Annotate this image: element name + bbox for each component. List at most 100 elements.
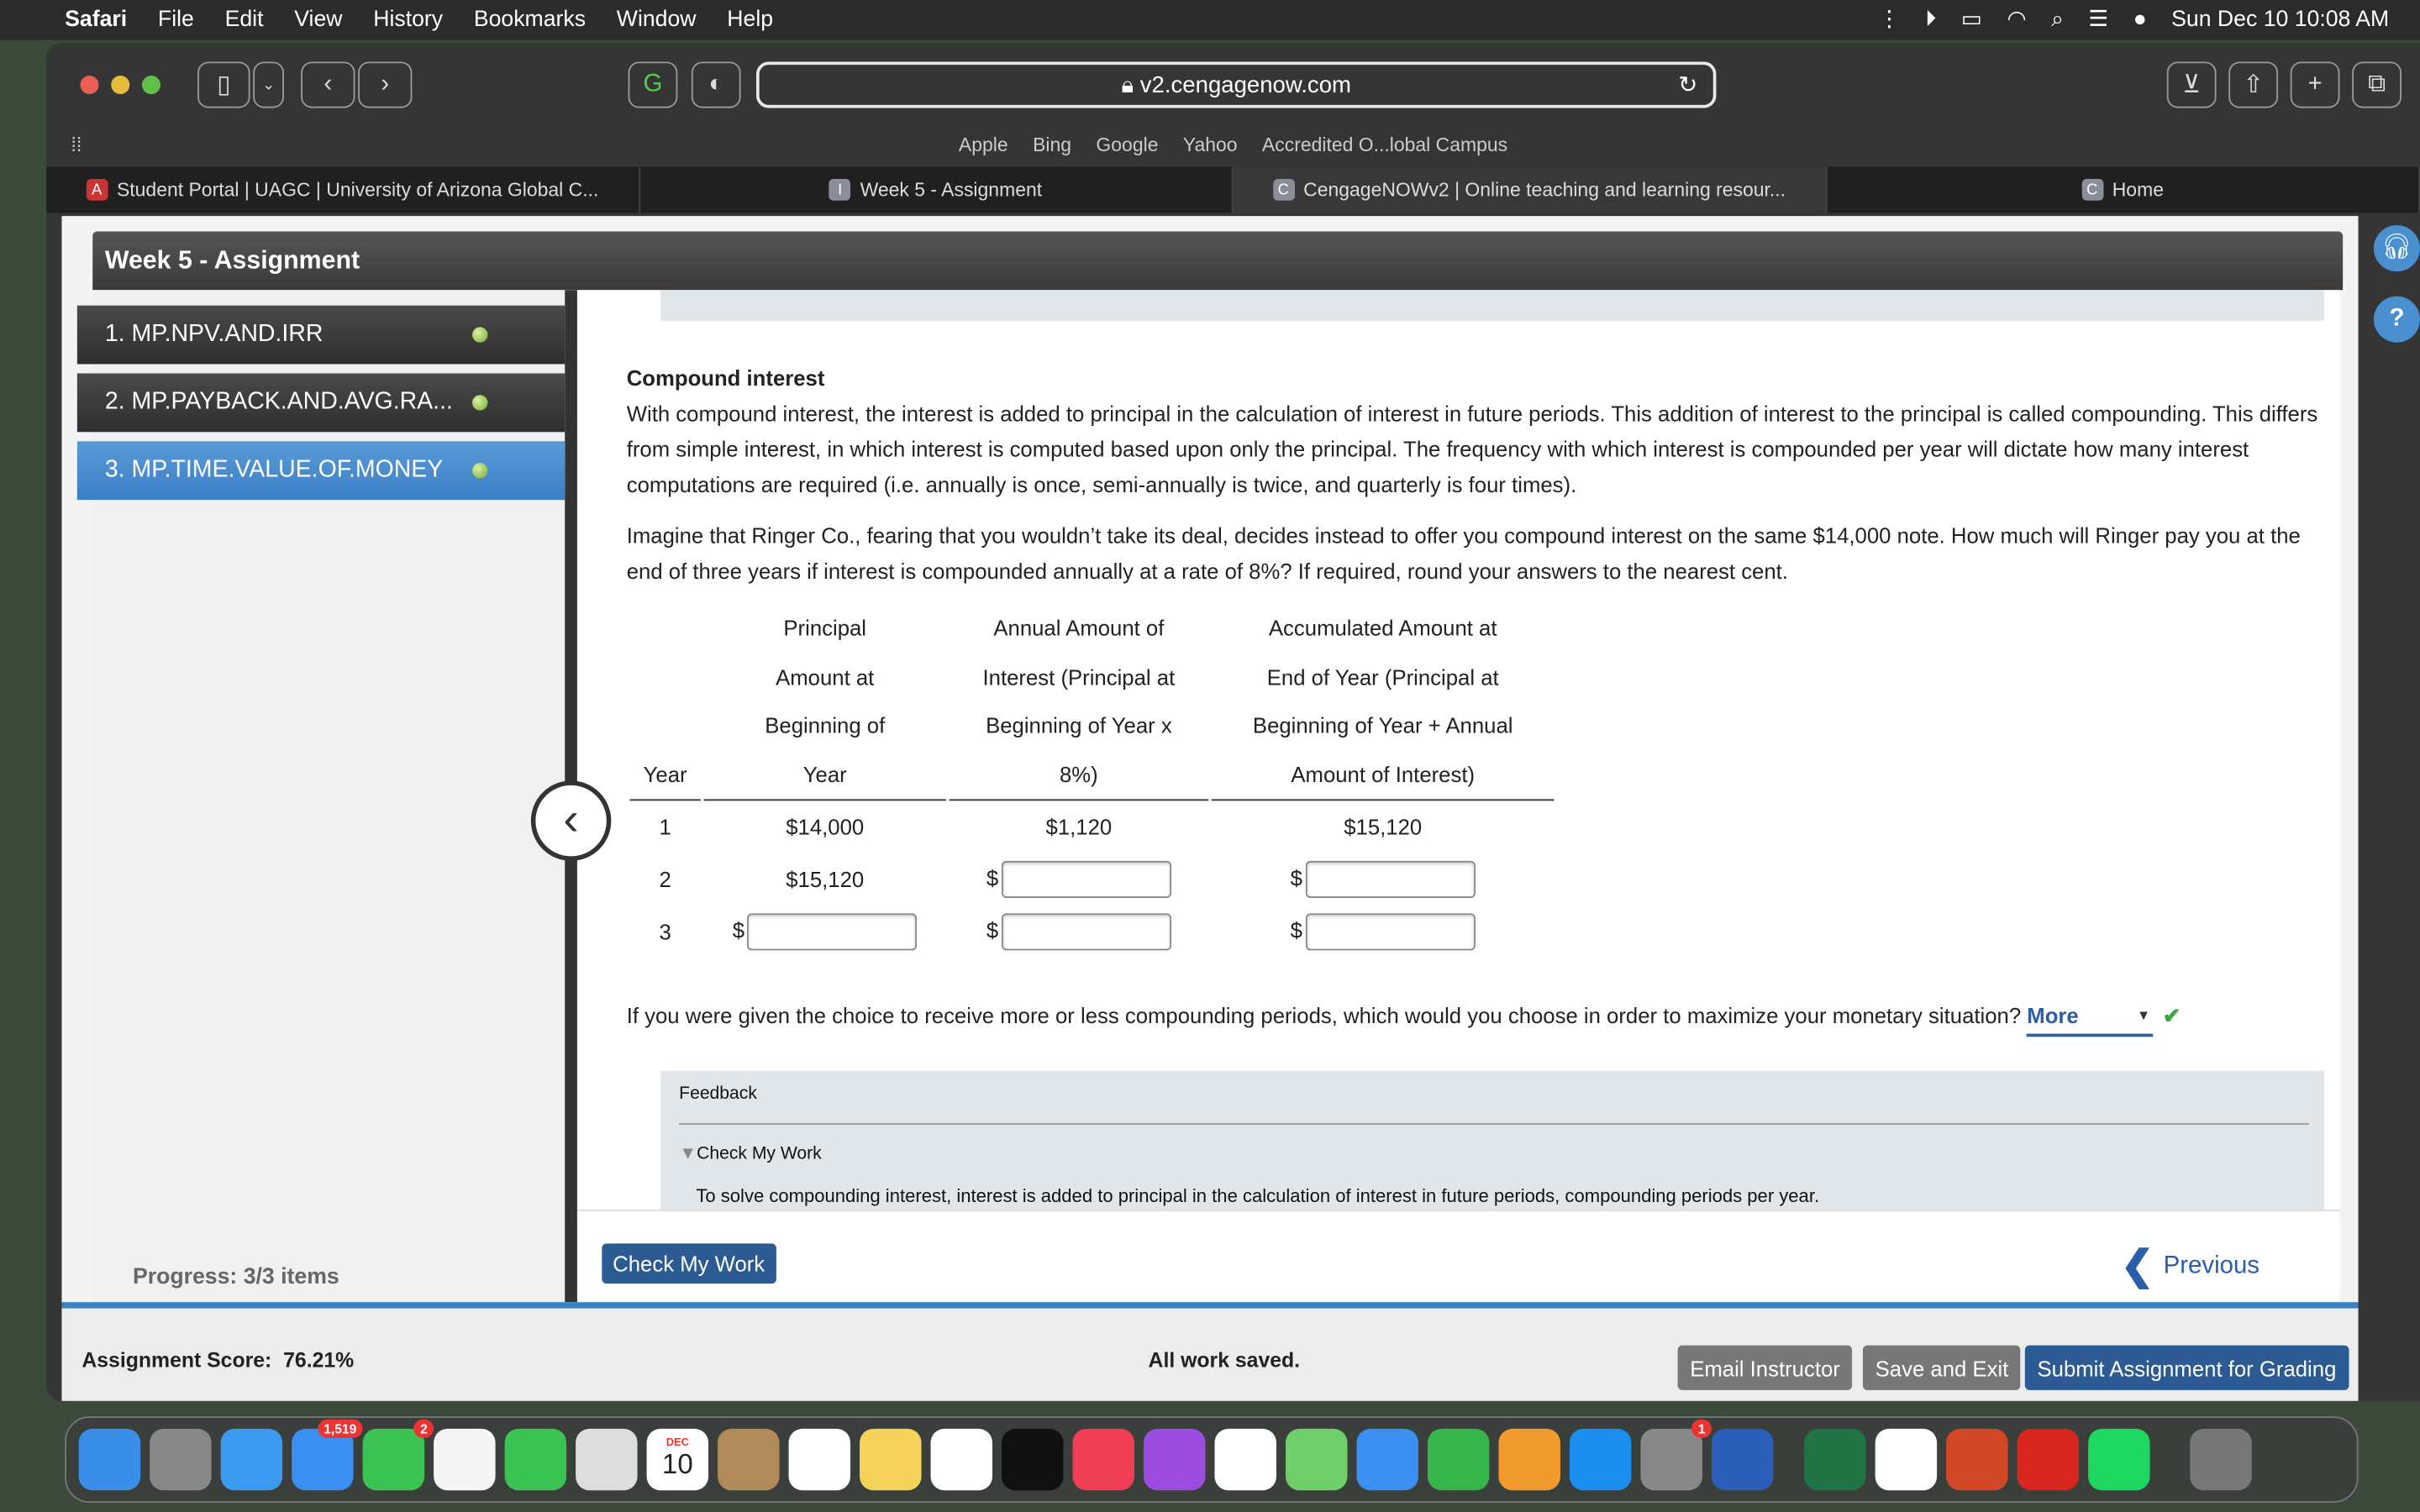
siri-icon[interactable]: ● <box>2133 8 2147 32</box>
minimize-window-button[interactable] <box>111 76 130 95</box>
grid-icon[interactable]: ⁞⁞ <box>71 134 82 156</box>
accumulated-input-year-2[interactable] <box>1305 861 1476 899</box>
bookmark[interactable]: Accredited O...lobal Campus <box>1262 134 1507 156</box>
freeform-icon[interactable] <box>930 1428 993 1491</box>
acrobat-icon[interactable] <box>2017 1428 2080 1491</box>
bookmark[interactable]: Bing <box>1033 134 1071 156</box>
reload-icon[interactable]: ↻ <box>1678 71 1697 98</box>
check-my-work-button[interactable]: Check My Work <box>602 1243 776 1284</box>
launchpad-icon[interactable] <box>150 1428 212 1491</box>
battery-icon[interactable]: ▭ <box>1961 8 1982 32</box>
photos-icon[interactable] <box>434 1428 496 1491</box>
menu-edit[interactable]: Edit <box>225 8 264 32</box>
calendar-icon[interactable]: DEC 10 <box>646 1428 709 1491</box>
tab-overview-icon[interactable]: ⧉ <box>2352 61 2402 108</box>
contacts-icon[interactable] <box>718 1428 780 1491</box>
tv-icon[interactable] <box>1002 1428 1064 1491</box>
collapse-sidebar-button[interactable]: ‹ <box>530 780 612 861</box>
notes-icon[interactable] <box>860 1428 922 1491</box>
control-center-icon[interactable]: ☰ <box>2088 8 2108 32</box>
keynote-icon[interactable] <box>1356 1428 1418 1491</box>
close-window-button[interactable] <box>80 76 99 95</box>
spotify-icon[interactable] <box>2088 1428 2150 1491</box>
question-item-1[interactable]: 1. MP.NPV.AND.IRR <box>76 305 566 365</box>
menu-history[interactable]: History <box>373 8 443 32</box>
share-icon[interactable]: ⇧ <box>2228 61 2279 108</box>
check-my-work-toggle[interactable]: ▼Check My Work <box>679 1137 822 1173</box>
menu-file[interactable]: File <box>158 8 194 32</box>
system-settings-icon[interactable]: 1 <box>1640 1419 1712 1491</box>
music-icon[interactable] <box>1072 1428 1135 1491</box>
submit-assignment-button[interactable]: Submit Assignment for Grading <box>2024 1345 2349 1390</box>
news-icon[interactable] <box>1214 1428 1276 1491</box>
new-tab-icon[interactable]: + <box>2290 61 2340 108</box>
forward-button[interactable]: › <box>358 61 413 108</box>
tab-label: Week 5 - Assignment <box>860 179 1043 201</box>
pages-icon[interactable] <box>1498 1428 1560 1491</box>
table-row: 1 $14,000 $1,120 $15,120 <box>629 801 1554 853</box>
menu-view[interactable]: View <box>294 8 342 32</box>
tab-cengage[interactable]: C CengageNOWv2 | Online teaching and lear… <box>1233 166 1827 213</box>
year-cell: 2 <box>659 866 671 891</box>
badge: 2 <box>413 1419 434 1438</box>
interest-input-year-2[interactable] <box>1001 861 1171 899</box>
address-bar[interactable]: 🔒︎ v2.cengagenow.com ↻ <box>756 61 1717 108</box>
powerpoint-icon[interactable] <box>1946 1428 2008 1491</box>
status-icon[interactable]: ⋮ <box>1878 8 1901 32</box>
facetime-icon[interactable] <box>504 1428 567 1491</box>
paragraph: Imagine that Ringer Co., fearing that yo… <box>626 522 2301 584</box>
messages-icon[interactable]: 2 <box>362 1419 434 1491</box>
save-and-exit-button[interactable]: Save and Exit <box>1862 1345 2022 1390</box>
principal-input-year-3[interactable] <box>747 913 918 951</box>
grammarly-icon[interactable]: G <box>628 61 678 108</box>
accumulated-input-year-3[interactable] <box>1305 913 1476 951</box>
bookmark[interactable]: Yahoo <box>1183 134 1238 156</box>
word-icon[interactable] <box>1711 1428 1774 1491</box>
headset-icon[interactable]: 🎧︎ <box>2373 225 2420 272</box>
wifi-icon[interactable]: ◠ <box>2007 8 2026 32</box>
tab-week5[interactable]: I Week 5 - Assignment <box>639 166 1234 213</box>
tab-student-portal[interactable]: A Student Portal | UAGC | University of A… <box>46 166 640 213</box>
app-store-icon[interactable] <box>1569 1428 1632 1491</box>
finder-icon[interactable] <box>78 1428 141 1491</box>
tab-favicon: A <box>86 179 108 201</box>
mail-icon[interactable]: 1,519 <box>292 1419 363 1491</box>
back-button[interactable]: ‹ <box>301 61 355 108</box>
menu-bookmarks[interactable]: Bookmarks <box>474 8 586 32</box>
question-footer: Check My Work ❮ Previous <box>576 1210 2340 1305</box>
sidebar-toggle-icon[interactable]: ▯ <box>197 61 250 108</box>
shield-icon[interactable]: ◐ <box>691 61 741 108</box>
menu-help[interactable]: Help <box>727 8 773 32</box>
reminders-icon[interactable] <box>788 1428 851 1491</box>
downloads-icon[interactable]: ⊻ <box>2166 61 2217 108</box>
trash-icon[interactable] <box>2190 1428 2252 1491</box>
status-dot-icon <box>472 463 488 479</box>
podcasts-icon[interactable] <box>1144 1428 1206 1491</box>
question-item-3[interactable]: 3. MP.TIME.VALUE.OF.MONEY <box>76 441 566 501</box>
safari-icon[interactable] <box>220 1428 283 1491</box>
save-status: All work saved. <box>1148 1348 1301 1372</box>
previous-button[interactable]: ❮ Previous <box>2121 1242 2260 1290</box>
menu-window[interactable]: Window <box>617 8 697 32</box>
url-text: v2.cengagenow.com <box>1139 71 1351 98</box>
chrome-icon[interactable] <box>1875 1428 1938 1491</box>
maps-icon[interactable] <box>1286 1428 1348 1491</box>
numbers-icon[interactable] <box>1427 1428 1490 1491</box>
email-instructor-button[interactable]: Email Instructor <box>1677 1345 1853 1390</box>
bookmark[interactable]: Google <box>1096 134 1158 156</box>
tab-home[interactable]: C Home <box>1826 166 2420 213</box>
help-icon[interactable]: ? <box>2373 296 2420 343</box>
zoom-window-button[interactable] <box>141 76 161 95</box>
question-item-2[interactable]: 2. MP.PAYBACK.AND.AVG.RA... <box>76 373 566 433</box>
chevron-down-icon[interactable]: ⌄ <box>253 61 284 108</box>
calendar-month: DEC <box>666 1437 689 1449</box>
interest-input-year-3[interactable] <box>1001 913 1171 951</box>
excel-icon[interactable] <box>1804 1428 1866 1491</box>
clock[interactable]: Sun Dec 10 10:08 AM <box>2171 8 2389 32</box>
roblox-icon[interactable] <box>576 1428 638 1491</box>
menu-app[interactable]: Safari <box>65 8 127 32</box>
search-icon[interactable]: ⌕ <box>2051 8 2064 32</box>
compounding-select[interactable]: More ▼ <box>2027 998 2154 1037</box>
bookmark[interactable]: Apple <box>959 134 1008 156</box>
play-icon[interactable]: ⏵ <box>1925 8 1936 32</box>
